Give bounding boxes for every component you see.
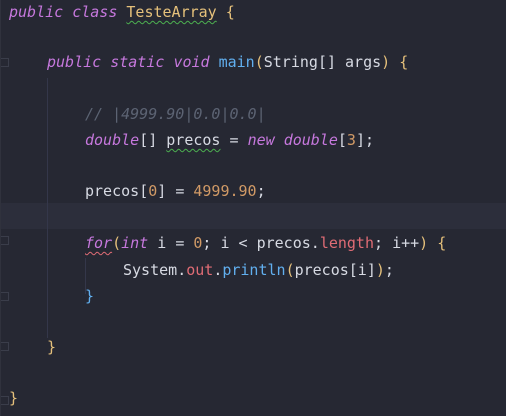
keyword: public xyxy=(47,53,102,71)
code-line-main-method[interactable]: public static void main(String[] args) { xyxy=(47,50,408,74)
index: [i] xyxy=(348,261,376,279)
operator: = xyxy=(175,234,185,252)
brace: } xyxy=(47,338,57,356)
variable-name: precos xyxy=(85,182,140,200)
field-name: length xyxy=(319,234,374,252)
code-line-comment[interactable]: // |4999.90|0.0|0.0| xyxy=(85,102,266,126)
brace: { xyxy=(437,234,447,252)
bracket: [ xyxy=(139,182,149,200)
variable-name: i xyxy=(157,234,167,252)
keyword: double xyxy=(85,131,140,149)
field-name: out xyxy=(186,261,214,279)
keyword: static xyxy=(110,53,165,71)
paren: ) xyxy=(381,53,391,71)
type-name: String xyxy=(263,53,318,71)
method-name: main xyxy=(218,53,255,71)
semicolon: ; xyxy=(384,261,394,279)
variable-name: i xyxy=(220,234,230,252)
keyword: void xyxy=(173,53,210,71)
operator: < xyxy=(238,234,248,252)
fold-marker-icon[interactable] xyxy=(1,292,9,301)
class-name: System xyxy=(123,261,178,279)
variable-name: precos xyxy=(166,131,221,149)
increment: i++ xyxy=(392,234,420,252)
code-editor[interactable]: public class TesteArray { public static … xyxy=(0,0,506,416)
keyword: public xyxy=(9,3,64,21)
keyword: double xyxy=(283,131,338,149)
class-name: TesteArray xyxy=(126,3,217,21)
keyword: new xyxy=(247,131,275,149)
dot: . xyxy=(177,261,187,279)
code-line-close-main[interactable]: } xyxy=(47,335,56,359)
semicolon: ; xyxy=(374,234,384,252)
number: 0 xyxy=(148,182,158,200)
code-line-for-loop[interactable]: for(int i = 0; i < precos.length; i++) { xyxy=(85,231,446,255)
code-line-assignment[interactable]: precos[0] = 4999.90; xyxy=(85,179,266,203)
fold-marker-icon[interactable] xyxy=(1,342,9,351)
dot: . xyxy=(213,261,223,279)
brace: { xyxy=(399,53,409,71)
keyword: class xyxy=(72,3,118,21)
code-line-class-declaration[interactable]: public class TesteArray { xyxy=(9,0,235,24)
bracket: ] xyxy=(157,182,167,200)
bracket: ]; xyxy=(355,131,374,149)
code-line-close-for[interactable]: } xyxy=(85,284,94,308)
keyword: for xyxy=(85,234,113,252)
variable-name: precos xyxy=(256,234,311,252)
comment: // |4999.90|0.0|0.0| xyxy=(85,105,266,123)
brace: } xyxy=(9,389,19,407)
number: 4999.90 xyxy=(193,182,257,200)
brackets: [] xyxy=(139,131,158,149)
semicolon: ; xyxy=(202,234,212,252)
fold-marker-icon[interactable] xyxy=(1,236,9,245)
brace: { xyxy=(225,3,235,21)
indent-guide xyxy=(47,78,48,338)
semicolon: ; xyxy=(256,182,266,200)
code-line-println[interactable]: System.out.println(precos[i]); xyxy=(123,258,394,282)
paren: ( xyxy=(112,234,122,252)
paren: ( xyxy=(254,53,264,71)
brackets: [] xyxy=(317,53,336,71)
paren: ( xyxy=(285,261,295,279)
code-line-close-class[interactable]: } xyxy=(9,386,18,410)
operator: = xyxy=(175,182,185,200)
bracket: [ xyxy=(337,131,347,149)
method-name: println xyxy=(222,261,286,279)
keyword: int xyxy=(121,234,149,252)
param-name: args xyxy=(345,53,382,71)
operator: = xyxy=(229,131,239,149)
code-line-array-declaration[interactable]: double[] precos = new double[3]; xyxy=(85,128,374,152)
dot: . xyxy=(310,234,320,252)
current-line-highlight xyxy=(0,203,506,229)
fold-marker-icon[interactable] xyxy=(1,396,9,405)
paren: ) xyxy=(375,261,385,279)
paren: ) xyxy=(419,234,429,252)
variable-name: precos xyxy=(294,261,349,279)
number: 3 xyxy=(346,131,356,149)
fold-marker-icon[interactable] xyxy=(1,58,9,67)
brace: } xyxy=(85,287,95,305)
